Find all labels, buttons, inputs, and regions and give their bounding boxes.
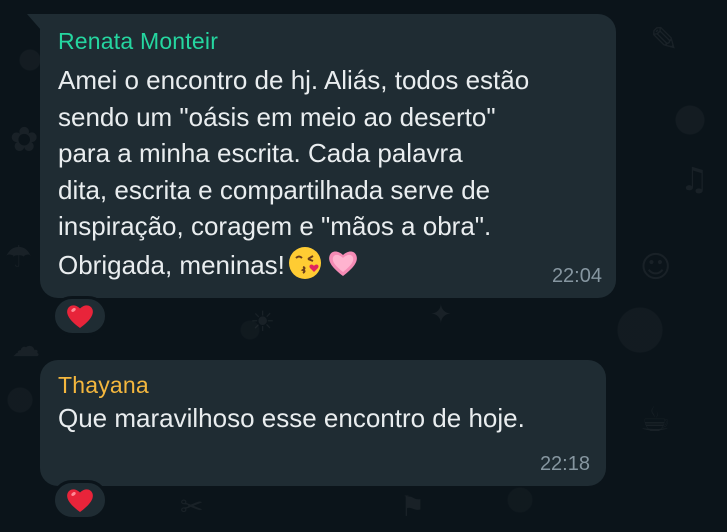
message-line: Amei o encontro de hj. Aliás, todos estã… [58,65,530,95]
message-line: para a minha escrita. Cada palavra [58,138,463,168]
message-timestamp: 22:18 [539,453,590,475]
message-line: Que maravilhoso esse encontro de hoje. [58,403,525,433]
message-line: inspiração, coragem e "mãos a obra". [58,211,492,241]
wallpaper-doodle: ⚑ [400,490,426,523]
wallpaper-doodle: ✦ [430,300,452,330]
wallpaper-doodle: ☀ [250,305,276,338]
wallpaper-doodle: ✿ [10,120,39,160]
wallpaper-doodle: ✎ [650,20,679,60]
message-bubble[interactable]: Thayana Que maravilhoso esse encontro de… [40,360,606,486]
wallpaper-doodle: ☕ [640,400,671,440]
wallpaper-doodle: ☂ [5,240,32,275]
red-heart-icon [67,305,93,328]
message-line: sendo um "oásis em meio ao deserto" [58,101,496,132]
reaction-badge[interactable] [52,480,108,520]
wallpaper-doodle: ♫ [680,160,709,198]
wallpaper-doodle: ☺ [640,250,672,285]
wallpaper-doodle: ✂ [180,490,204,523]
message-line-text: Obrigada, meninas! [58,249,285,280]
pink-heart-icon [325,245,361,291]
sender-name[interactable]: Thayana [58,372,149,399]
sender-name[interactable]: Renata Monteir [58,28,218,55]
message-line-last: Obrigada, meninas! [58,245,608,291]
message-bubble[interactable]: Renata Monteir Amei o encontro de hj. Al… [27,14,616,298]
message-line: dita, escrita e compartilhada serve de [58,174,491,205]
message-text: Que maravilhoso esse encontro de hoje. [58,400,598,437]
wallpaper-doodle: ☁ [12,330,40,363]
message-text: Amei o encontro de hj. Aliás, todos estã… [58,62,608,290]
message-timestamp: 22:04 [551,265,602,287]
kissing-face-icon [287,245,323,291]
reaction-badge[interactable] [52,296,108,336]
red-heart-icon [67,489,93,512]
